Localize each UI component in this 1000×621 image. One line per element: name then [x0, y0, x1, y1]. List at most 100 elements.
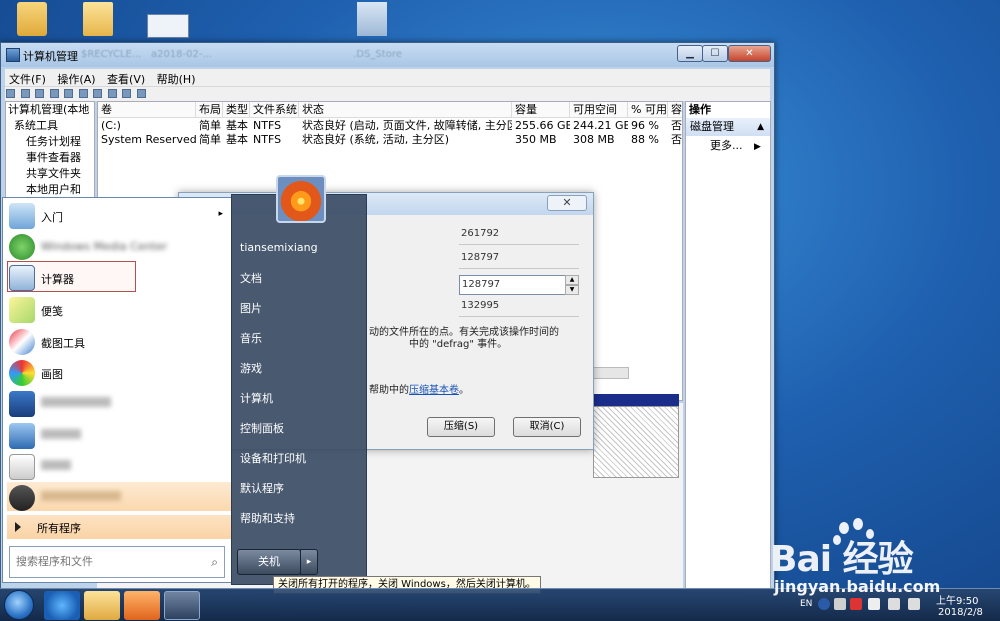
disk-icon[interactable]	[122, 89, 131, 98]
search-icon[interactable]: ⌕	[211, 555, 218, 570]
start-item-blurred-1[interactable]	[7, 388, 231, 419]
menu-file[interactable]: 文件(F)	[5, 69, 50, 89]
back-icon[interactable]	[6, 89, 15, 98]
start-right-games[interactable]: 游戏	[238, 358, 360, 380]
forward-icon[interactable]	[20, 89, 30, 98]
start-right-music[interactable]: 音乐	[238, 328, 360, 350]
start-item-paint[interactable]: 画图	[7, 357, 231, 388]
media-player-icon[interactable]	[124, 591, 160, 620]
tree-item-task-scheduler[interactable]: 任务计划程	[6, 134, 94, 150]
start-item-snipping-tool[interactable]: 截图工具	[7, 326, 231, 357]
col-free-space[interactable]: 可用空间	[570, 102, 628, 118]
start-right-help-support[interactable]: 帮助和支持	[238, 508, 360, 530]
menu-action[interactable]: 操作(A)	[53, 69, 99, 89]
shutdown-options-button[interactable]: ▸	[300, 549, 318, 575]
col-capacity[interactable]: 容量	[512, 102, 570, 118]
menu-view[interactable]: 查看(V)	[103, 69, 149, 89]
start-right-devices-printers[interactable]: 设备和打印机	[238, 448, 360, 470]
start-item-blurred-3[interactable]	[7, 451, 231, 482]
spin-up-icon[interactable]: ▲	[565, 275, 579, 285]
start-right-user[interactable]: tiansemixiang	[238, 237, 360, 259]
start-right-documents[interactable]: 文档	[238, 268, 360, 290]
start-item-blurred-4[interactable]	[7, 482, 231, 511]
all-programs-button[interactable]: 所有程序	[7, 515, 231, 539]
shrink-basic-volume-link[interactable]: 压缩基本卷	[409, 385, 459, 396]
start-item-getting-started[interactable]: 入门 ▸	[7, 200, 231, 231]
shutdown-button[interactable]: 关机	[237, 549, 301, 575]
cell-volume: System Reserved	[101, 133, 196, 146]
search-input[interactable]	[10, 547, 200, 575]
clock-time[interactable]: 上午9:50	[936, 592, 978, 607]
desktop-folder-icon[interactable]	[74, 2, 122, 42]
start-right-pictures[interactable]: 图片	[238, 298, 360, 320]
settings-icon[interactable]	[136, 89, 146, 98]
actions-disk-management[interactable]: 磁盘管理 ▲	[686, 118, 770, 136]
explorer-folder-icon[interactable]	[84, 591, 120, 620]
spin-down-icon[interactable]: ▼	[565, 285, 579, 295]
shrink-button[interactable]: 压缩(S)	[427, 417, 495, 437]
show-tree-icon[interactable]	[49, 89, 59, 98]
refresh-icon[interactable]	[93, 89, 102, 98]
tree-item-shared-folders[interactable]: 共享文件夹	[6, 166, 94, 182]
start-right-computer[interactable]: 计算机	[238, 388, 360, 410]
tree-item-event-viewer[interactable]: 事件查看器	[6, 150, 94, 166]
window-titlebar[interactable]: 计算机管理 $RECYCLE... a2018-02-... .DS_Store…	[1, 43, 774, 67]
solitaire-icon	[9, 454, 35, 480]
user-avatar[interactable]	[276, 175, 326, 223]
col-fault[interactable]: 容	[668, 102, 682, 118]
keyboard-tray-icon[interactable]	[834, 598, 846, 610]
language-indicator[interactable]: EN	[800, 599, 812, 609]
export-icon[interactable]	[107, 89, 117, 98]
tree-item-local-users[interactable]: 本地用户和	[6, 182, 94, 198]
col-filesystem[interactable]: 文件系统	[250, 102, 299, 118]
cancel-button[interactable]: 取消(C)	[513, 417, 581, 437]
dialog-close-button[interactable]: ✕	[547, 195, 587, 211]
col-layout[interactable]: 布局	[196, 102, 223, 118]
menu-help[interactable]: 帮助(H)	[153, 69, 200, 89]
collapse-icon[interactable]: ▲	[757, 118, 764, 136]
computer-management-taskbar-icon[interactable]	[164, 591, 200, 620]
start-item-calculator[interactable]: 计算器	[7, 262, 231, 293]
window-title: 计算机管理	[23, 50, 78, 63]
minimize-button[interactable]: ▁	[677, 45, 703, 62]
available-shrink-field: 128797	[459, 249, 579, 269]
tree-item-root[interactable]: 计算机管理(本地	[6, 102, 94, 118]
cell-volume: (C:)	[101, 119, 121, 132]
cell-type: 基本	[226, 133, 248, 146]
desktop-file-icon[interactable]	[348, 2, 396, 42]
help-tray-icon[interactable]	[818, 598, 830, 610]
start-item-sticky-notes[interactable]: 便笺	[7, 294, 231, 325]
col-volume[interactable]: 卷	[98, 102, 196, 118]
start-menu-places: tiansemixiang 文档 图片 音乐 游戏 计算机 控制面板 设备和打印…	[231, 175, 367, 585]
cell-percent: 88 %	[631, 133, 659, 146]
start-item-blurred-2[interactable]	[7, 420, 231, 451]
internet-explorer-icon[interactable]	[44, 591, 80, 620]
desktop-window-icon[interactable]	[144, 2, 192, 42]
close-button[interactable]: ✕	[728, 45, 771, 62]
magnifier-icon	[9, 423, 35, 449]
start-button[interactable]	[4, 590, 34, 620]
tree-item-system-tools[interactable]: 系统工具	[6, 118, 94, 134]
shrink-amount-input[interactable]: 128797	[459, 275, 579, 295]
col-type[interactable]: 类型	[223, 102, 250, 118]
start-right-control-panel[interactable]: 控制面板	[238, 418, 360, 440]
cell-fault: 否	[671, 119, 682, 132]
desktop-user-folder-icon[interactable]	[8, 2, 56, 42]
maximize-button[interactable]: ☐	[702, 45, 728, 62]
action-center-icon[interactable]	[850, 598, 862, 610]
col-status[interactable]: 状态	[299, 102, 512, 118]
network-icon[interactable]	[888, 598, 900, 610]
start-item-media-center[interactable]: Windows Media Center	[7, 231, 231, 262]
clock-date[interactable]: 2018/2/8	[938, 607, 983, 618]
properties-icon[interactable]	[64, 89, 73, 98]
help-icon[interactable]	[78, 89, 88, 98]
device-tray-icon[interactable]	[868, 598, 880, 610]
actions-more[interactable]: 更多... ▶	[686, 136, 770, 157]
unallocated-partition[interactable]	[593, 406, 679, 478]
search-box[interactable]: ⌕	[9, 546, 225, 578]
volume-icon[interactable]	[908, 598, 920, 610]
start-right-default-programs[interactable]: 默认程序	[238, 478, 360, 500]
up-icon[interactable]	[35, 89, 44, 98]
toolbar	[5, 87, 770, 101]
col-percent-free[interactable]: % 可用	[628, 102, 668, 118]
